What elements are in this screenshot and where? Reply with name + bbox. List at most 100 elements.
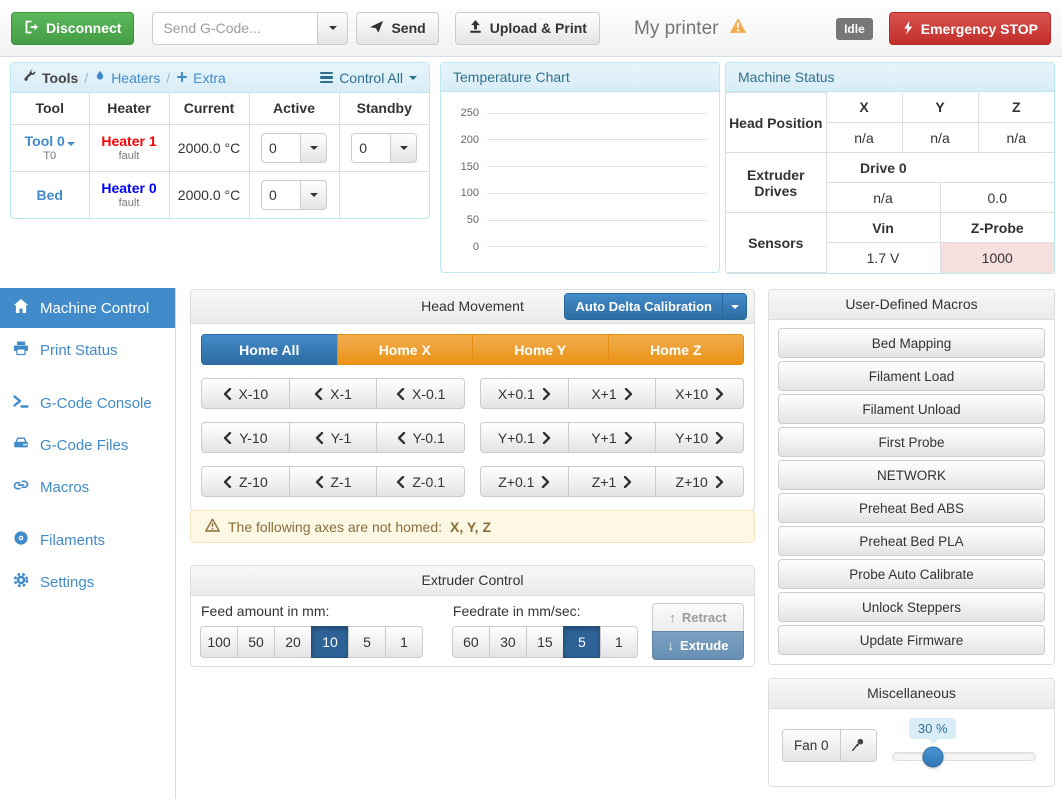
move-y-minus-10-button[interactable]: Y-10 xyxy=(201,422,290,453)
home-x-button[interactable]: Home X xyxy=(337,334,474,365)
macro-first-probe-button[interactable]: First Probe xyxy=(778,427,1045,457)
macro-filament-load-button[interactable]: Filament Load xyxy=(778,361,1045,391)
fan-slider-handle[interactable] xyxy=(922,746,943,767)
feed-10-button-selected[interactable]: 10 xyxy=(311,626,349,658)
macro-probe-auto-calibrate-button[interactable]: Probe Auto Calibrate xyxy=(778,559,1045,589)
move-x-plus-10-button[interactable]: X+10 xyxy=(655,378,744,409)
tool0-active-input[interactable] xyxy=(261,133,301,163)
move-z-minus-10-button[interactable]: Z-10 xyxy=(201,466,290,497)
feedrate-60-button[interactable]: 60 xyxy=(452,626,490,658)
tool0-active-dropdown[interactable] xyxy=(301,133,327,163)
move-x-plus-01-button[interactable]: X+0.1 xyxy=(480,378,569,409)
y-tick: 150 xyxy=(449,161,479,173)
axis-y-header: Y xyxy=(902,93,978,123)
retract-button[interactable]: ↑ Retract xyxy=(652,603,744,632)
macro-preheat-bed-pla-button[interactable]: Preheat Bed PLA xyxy=(778,526,1045,556)
auto-delta-calibration-label[interactable]: Auto Delta Calibration xyxy=(565,294,722,319)
move-x-minus-10-button[interactable]: X-10 xyxy=(201,378,290,409)
move-x-minus-01-button[interactable]: X-0.1 xyxy=(376,378,465,409)
upload-print-button[interactable]: Upload & Print xyxy=(455,12,600,45)
feedrate-group: 60 30 15 5 1 xyxy=(453,626,638,658)
sensors-label: Sensors xyxy=(726,213,826,273)
move-x-plus-1-button[interactable]: X+1 xyxy=(568,378,657,409)
move-z-minus-1-button[interactable]: Z-1 xyxy=(289,466,378,497)
heater-cell[interactable]: Heater 1 fault xyxy=(89,124,169,171)
sidebar-item-machine-control[interactable]: Machine Control xyxy=(0,288,175,328)
feed-amount-label: Feed amount in mm: xyxy=(201,603,423,619)
feedrate-1-button[interactable]: 1 xyxy=(600,626,638,658)
home-z-button[interactable]: Home Z xyxy=(608,334,745,365)
bed-active-input[interactable] xyxy=(261,180,301,210)
feedrate-30-button[interactable]: 30 xyxy=(489,626,527,658)
move-z-plus-1-button[interactable]: Z+1 xyxy=(568,466,657,497)
feed-100-button[interactable]: 100 xyxy=(200,626,238,658)
macro-update-firmware-button[interactable]: Update Firmware xyxy=(778,625,1045,655)
sidebar-item-label: G-Code Files xyxy=(40,437,128,454)
heater-0-link[interactable]: Heater 0 xyxy=(90,180,169,196)
feed-1-button[interactable]: 1 xyxy=(385,626,423,658)
tool-0-dropdown[interactable]: Tool 0 xyxy=(11,133,89,149)
bed-active-dropdown[interactable] xyxy=(301,180,327,210)
sidebar-item-gcode-console[interactable]: G-Code Console xyxy=(0,383,175,423)
feed-20-button[interactable]: 20 xyxy=(274,626,312,658)
drive-header-cell: Drive 0 xyxy=(826,153,1054,183)
control-all-dropdown[interactable]: Control All xyxy=(320,70,417,86)
tool-cell[interactable]: Bed xyxy=(11,171,89,218)
macro-unlock-steppers-button[interactable]: Unlock Steppers xyxy=(778,592,1045,622)
extrude-button[interactable]: ↓ Extrude xyxy=(652,631,744,660)
move-z-plus-01-button[interactable]: Z+0.1 xyxy=(480,466,569,497)
move-y-plus-10-button[interactable]: Y+10 xyxy=(655,422,744,453)
pin-icon xyxy=(851,737,866,755)
tab-tools[interactable]: Tools xyxy=(23,69,78,86)
sidebar-item-macros[interactable]: Macros xyxy=(0,467,175,507)
feedrate-15-button[interactable]: 15 xyxy=(526,626,564,658)
disconnect-button[interactable]: Disconnect xyxy=(11,12,134,45)
feedrate-5-button-selected[interactable]: 5 xyxy=(563,626,601,658)
macro-bed-mapping-button[interactable]: Bed Mapping xyxy=(778,328,1045,358)
calibration-dropdown-toggle[interactable] xyxy=(722,294,746,319)
sidebar-item-gcode-files[interactable]: G-Code Files xyxy=(0,425,175,465)
fan-0-button[interactable]: Fan 0 xyxy=(782,729,841,762)
heater-cell[interactable]: Heater 0 fault xyxy=(89,171,169,218)
heater-1-link[interactable]: Heater 1 xyxy=(90,133,169,149)
home-y-button[interactable]: Home Y xyxy=(472,334,609,365)
auto-delta-calibration-button[interactable]: Auto Delta Calibration xyxy=(564,293,747,320)
home-button-row: Home All Home X Home Y Home Z xyxy=(201,334,744,365)
sidebar-item-filaments[interactable]: Filaments xyxy=(0,520,175,560)
move-x-minus-1-button[interactable]: X-1 xyxy=(289,378,378,409)
warning-icon xyxy=(729,17,747,40)
gcode-dropdown-button[interactable] xyxy=(318,12,348,45)
tool0-standby-input[interactable] xyxy=(351,133,391,163)
macro-network-button[interactable]: NETWORK xyxy=(778,460,1045,490)
feed-50-button[interactable]: 50 xyxy=(237,626,275,658)
move-y-plus-1-button[interactable]: Y+1 xyxy=(568,422,657,453)
macro-filament-unload-button[interactable]: Filament Unload xyxy=(778,394,1045,424)
gcode-input[interactable] xyxy=(152,12,318,45)
caret-down-icon xyxy=(400,146,408,150)
tools-panel-header: Tools / Heaters / Extra Control All xyxy=(11,63,429,93)
extruder-control-body: Feed amount in mm: 100 50 20 10 5 1 Feed… xyxy=(191,596,754,665)
hdd-icon xyxy=(13,435,29,455)
move-y-minus-01-button[interactable]: Y-0.1 xyxy=(376,422,465,453)
move-y-minus-1-button[interactable]: Y-1 xyxy=(289,422,378,453)
drive-0-header: Drive 0 xyxy=(827,160,941,176)
sidebar-item-print-status[interactable]: Print Status xyxy=(0,330,175,370)
move-z-minus-01-button[interactable]: Z-0.1 xyxy=(376,466,465,497)
home-all-button[interactable]: Home All xyxy=(201,334,338,365)
fan-pin-button[interactable] xyxy=(841,729,877,762)
tool-cell[interactable]: Tool 0 T0 xyxy=(11,124,89,171)
tab-heaters[interactable]: Heaters xyxy=(94,69,160,86)
fan-speed-slider[interactable]: 30 % xyxy=(892,752,1036,761)
sidebar-group-control: Machine Control Print Status xyxy=(0,288,175,370)
macro-preheat-bed-abs-button[interactable]: Preheat Bed ABS xyxy=(778,493,1045,523)
bed-link[interactable]: Bed xyxy=(11,187,89,203)
send-button[interactable]: Send xyxy=(356,12,438,45)
tab-extra[interactable]: Extra xyxy=(176,70,226,86)
sidebar-item-settings[interactable]: Settings xyxy=(0,562,175,602)
tool0-standby-dropdown[interactable] xyxy=(391,133,417,163)
terminal-icon xyxy=(13,393,29,413)
move-y-plus-01-button[interactable]: Y+0.1 xyxy=(480,422,569,453)
feed-5-button[interactable]: 5 xyxy=(348,626,386,658)
emergency-stop-button[interactable]: Emergency STOP xyxy=(889,12,1051,45)
move-z-plus-10-button[interactable]: Z+10 xyxy=(655,466,744,497)
